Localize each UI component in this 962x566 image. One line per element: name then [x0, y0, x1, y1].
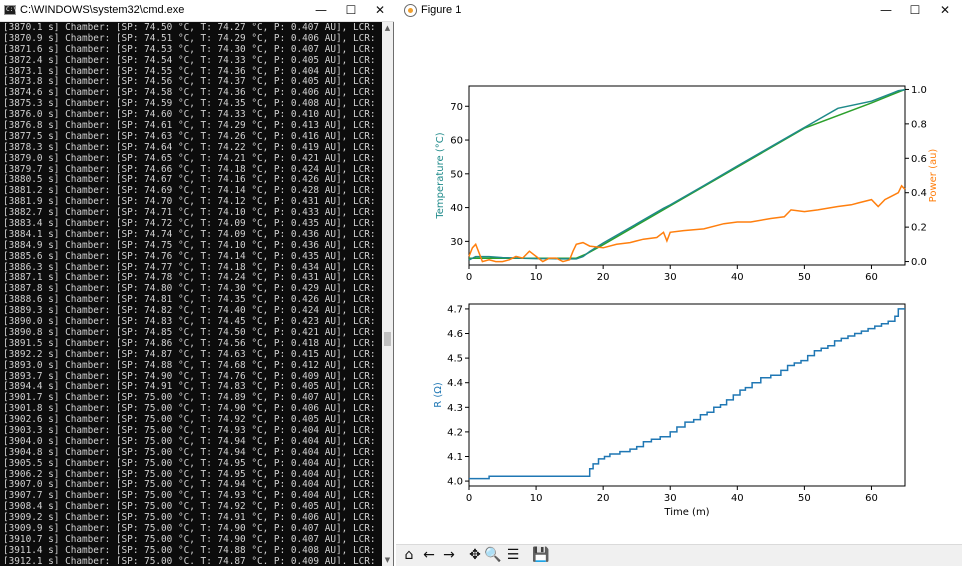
- resistance-chart-y-tick-label: 4.7: [447, 304, 463, 315]
- forward-arrow-icon[interactable]: →: [440, 547, 458, 564]
- temperature-chart-y-tick-label: 50: [450, 169, 463, 180]
- cmd-titlebar[interactable]: C:\ C:\WINDOWS\system32\cmd.exe — ☐ ✕: [0, 0, 394, 22]
- console-line: [3885.6 s] Chamber: [SP: 74.76 °C, T: 74…: [3, 250, 376, 262]
- console-scrollbar[interactable]: ▲ ▼: [382, 22, 393, 566]
- resistance-chart-x-tick-label: 40: [731, 493, 744, 504]
- resistance-axis-label: R (Ω): [433, 382, 444, 408]
- time-axis-label: Time (m): [663, 507, 709, 518]
- resistance-chart-y-tick-label: 4.5: [447, 354, 463, 365]
- resistance-chart-y-tick-label: 4.4: [447, 378, 463, 389]
- cmd-window-title: C:\WINDOWS\system32\cmd.exe: [20, 4, 185, 16]
- console-line: [3905.5 s] Chamber: [SP: 75.00 °C, T: 74…: [3, 457, 376, 469]
- temperature-chart-x-tick-label: 50: [798, 272, 811, 283]
- cmd-close-button[interactable]: ✕: [366, 0, 394, 21]
- scroll-up-arrow-icon[interactable]: ▲: [382, 22, 393, 34]
- figure-titlebar[interactable]: Figure 1 — ☐ ✕: [396, 0, 962, 22]
- figure-window-title: Figure 1: [421, 4, 462, 16]
- figure-canvas[interactable]: 0 10 20 30 40 50 60 30 40 50 60 70 0.0 0.2 0.4 0.6 0.8 1.…: [396, 22, 962, 544]
- power-y-tick-label: 0.8: [911, 119, 927, 130]
- console-line: [3912.1 s] Chamber: [SP: 75.00 °C, T: 74…: [3, 555, 376, 564]
- power-y-tick-label: 1.0: [911, 85, 927, 96]
- temperature-chart-x-tick-label: 20: [597, 272, 610, 283]
- figure-minimize-button[interactable]: —: [872, 0, 900, 21]
- console-output[interactable]: [3870.1 s] Chamber: [SP: 74.50 °C, T: 74…: [3, 23, 379, 564]
- temperature-chart-x-tick-label: 60: [865, 272, 878, 283]
- temperature-chart-x-tick-label: 10: [530, 272, 543, 283]
- resistance-chart-x-tick-label: 30: [664, 493, 677, 504]
- temperature-chart-y-tick-label: 70: [450, 102, 463, 113]
- power-y-tick-label: 0.4: [911, 188, 927, 199]
- console-line: [3879.0 s] Chamber: [SP: 74.65 °C, T: 74…: [3, 152, 376, 164]
- zoom-icon[interactable]: 🔍: [484, 547, 502, 564]
- resistance-chart-x-tick-label: 20: [597, 493, 610, 504]
- cmd-app-icon: C:\: [4, 5, 17, 15]
- resistance-chart-y-tick-label: 4.3: [447, 403, 463, 414]
- resistance-chart-x-tick-label: 0: [466, 493, 472, 504]
- temperature-chart-y-tick-label: 30: [450, 237, 463, 248]
- console-line: [3904.8 s] Chamber: [SP: 75.00 °C, T: 74…: [3, 446, 376, 458]
- resistance-chart-y-tick-label: 4.2: [447, 427, 463, 438]
- cmd-window: C:\ C:\WINDOWS\system32\cmd.exe — ☐ ✕ [3…: [0, 0, 394, 566]
- power-axis-label: Power (au): [928, 149, 939, 203]
- pan-icon[interactable]: ✥: [466, 547, 484, 564]
- power-y-tick-label: 0.2: [911, 223, 927, 234]
- resistance-chart-y-tick-label: 4.1: [447, 452, 463, 463]
- temperature-chart-x-tick-label: 40: [731, 272, 744, 283]
- console-line: [3893.0 s] Chamber: [SP: 74.88 °C, T: 74…: [3, 359, 376, 371]
- figure-maximize-button[interactable]: ☐: [901, 0, 929, 21]
- temperature-chart-y-tick-label: 60: [450, 136, 463, 147]
- figure-window: Figure 1 — ☐ ✕ 0 10 20 30 40 50 60 30 40 50 60 70 0.…: [396, 0, 962, 566]
- resistance-chart-x-tick-label: 50: [798, 493, 811, 504]
- figure-toolbar: ⌂ ← → ✥ 🔍 ☰ 💾: [396, 544, 962, 566]
- resistance-chart-y-tick-label: 4.6: [447, 329, 463, 340]
- figure-close-button[interactable]: ✕: [931, 0, 959, 21]
- resistance-chart-frame: [468, 303, 906, 487]
- console-line: [3872.4 s] Chamber: [SP: 74.54 °C, T: 74…: [3, 54, 376, 66]
- temperature-axis-label: Temperature (°C): [435, 132, 446, 219]
- temperature-chart-frame: [468, 85, 906, 266]
- scroll-thumb[interactable]: [384, 332, 391, 346]
- cmd-minimize-button[interactable]: —: [307, 0, 335, 21]
- back-arrow-icon[interactable]: ←: [420, 547, 438, 564]
- temperature-chart-y-tick-label: 40: [450, 203, 463, 214]
- power-y-tick-label: 0.6: [911, 154, 927, 165]
- console-line: [3892.2 s] Chamber: [SP: 74.87 °C, T: 74…: [3, 348, 376, 360]
- cmd-maximize-button[interactable]: ☐: [337, 0, 365, 21]
- configure-subplots-icon[interactable]: ☰: [504, 547, 522, 564]
- console-line: [3911.4 s] Chamber: [SP: 75.00 °C, T: 74…: [3, 544, 376, 556]
- temperature-chart-x-tick-label: 0: [466, 272, 472, 283]
- resistance-chart-x-tick-label: 10: [530, 493, 543, 504]
- resistance-chart-x-tick-label: 60: [865, 493, 878, 504]
- power-y-tick-label: 0.0: [911, 257, 927, 268]
- home-icon[interactable]: ⌂: [400, 547, 418, 564]
- resistance-chart-y-tick-label: 4.0: [447, 477, 463, 488]
- save-icon[interactable]: 💾: [532, 547, 550, 564]
- temperature-chart-x-tick-label: 30: [664, 272, 677, 283]
- matplotlib-logo-icon: [404, 4, 417, 17]
- scroll-down-arrow-icon[interactable]: ▼: [382, 554, 393, 566]
